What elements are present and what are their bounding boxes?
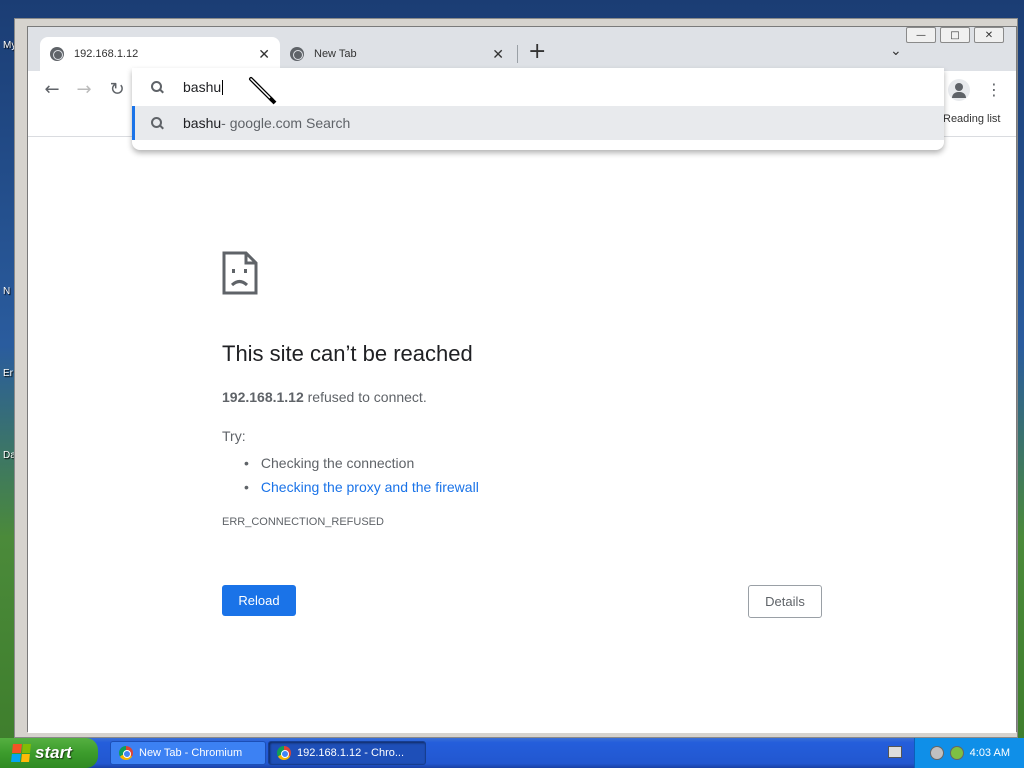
sad-page-icon [222, 251, 258, 295]
back-arrow-icon[interactable]: ← [40, 79, 64, 100]
taskbar: start New Tab - Chromium 192.168.1.12 - … [0, 738, 1024, 768]
error-host: 192.168.1.12 [222, 389, 304, 405]
close-window-button[interactable]: ✕ [974, 27, 1004, 43]
error-message-text: refused to connect. [303, 389, 427, 405]
network-icon[interactable] [929, 746, 944, 760]
error-title: This site can’t be reached [222, 341, 473, 366]
suggestion-link[interactable]: Checking the proxy and the firewall [261, 479, 479, 495]
list-item: Checking the connection [244, 451, 479, 475]
desktop-icon-label: Er [3, 368, 13, 379]
window-controls: — □ ✕ [906, 27, 1004, 43]
speaker-icon[interactable] [949, 746, 964, 760]
taskbar-item-active-window[interactable]: 192.168.1.12 - Chro... [268, 741, 426, 765]
tab-active[interactable]: 192.168.1.12 ✕ [40, 37, 280, 71]
error-page: This site can’t be reached 192.168.1.12 … [28, 137, 1016, 733]
omnibox-value[interactable]: bashu [183, 79, 221, 95]
menu-kebab-icon[interactable]: ⋮ [986, 80, 1002, 99]
minimize-button[interactable]: — [906, 27, 936, 43]
list-item[interactable]: Checking the proxy and the firewall [244, 475, 479, 499]
search-icon [151, 117, 163, 129]
close-tab-icon[interactable]: ✕ [258, 46, 270, 63]
chromium-icon [119, 746, 133, 760]
tab-search-chevron-icon[interactable]: ⌄ [890, 43, 902, 59]
suggestion-suffix: - google.com Search [221, 115, 351, 131]
maximize-button[interactable]: □ [940, 27, 970, 43]
omnibox-suggestion[interactable]: bashu - google.com Search [132, 106, 944, 140]
details-button[interactable]: Details [748, 585, 822, 618]
new-tab-button[interactable]: + [528, 41, 546, 63]
taskbar-item-label: 192.168.1.12 - Chro... [297, 747, 405, 759]
tab-title: 192.168.1.12 [74, 48, 139, 60]
close-tab-icon[interactable]: ✕ [492, 46, 504, 63]
text-caret [222, 79, 224, 95]
clock: 4:03 AM [969, 747, 1010, 759]
globe-icon [290, 47, 304, 61]
keyboard-icon[interactable] [888, 746, 902, 758]
suggestion-query: bashu [183, 115, 222, 131]
reading-list-button[interactable]: Reading list [943, 113, 1000, 125]
forward-arrow-icon[interactable]: → [72, 79, 96, 100]
start-button[interactable]: start [0, 738, 98, 768]
try-label: Try: [222, 428, 246, 444]
reload-button[interactable]: Reload [222, 585, 296, 616]
profile-avatar-icon[interactable] [948, 79, 970, 101]
search-icon [151, 81, 163, 93]
try-suggestions: Checking the connection Checking the pro… [244, 451, 479, 499]
pencil-cursor-icon [249, 77, 277, 105]
system-tray: 4:03 AM [914, 738, 1024, 768]
windows-flag-icon [11, 744, 31, 762]
reload-icon[interactable]: ↻ [105, 79, 129, 100]
tab-new-tab[interactable]: New Tab ✕ [280, 37, 514, 71]
error-message: 192.168.1.12 refused to connect. [222, 389, 427, 405]
suggestion-text: Checking the connection [260, 455, 415, 471]
taskbar-item-label: New Tab - Chromium [139, 747, 243, 759]
tab-separator [517, 45, 518, 63]
tab-strip: 192.168.1.12 ✕ New Tab ✕ + ⌄ — □ ✕ [28, 27, 1016, 71]
tab-title: New Tab [314, 48, 357, 60]
start-label: start [35, 743, 72, 762]
desktop-icon-label: N [3, 286, 11, 297]
chromium-icon [277, 746, 291, 760]
error-code: ERR_CONNECTION_REFUSED [222, 516, 384, 528]
globe-icon [50, 47, 64, 61]
taskbar-item-new-tab[interactable]: New Tab - Chromium [110, 741, 266, 765]
